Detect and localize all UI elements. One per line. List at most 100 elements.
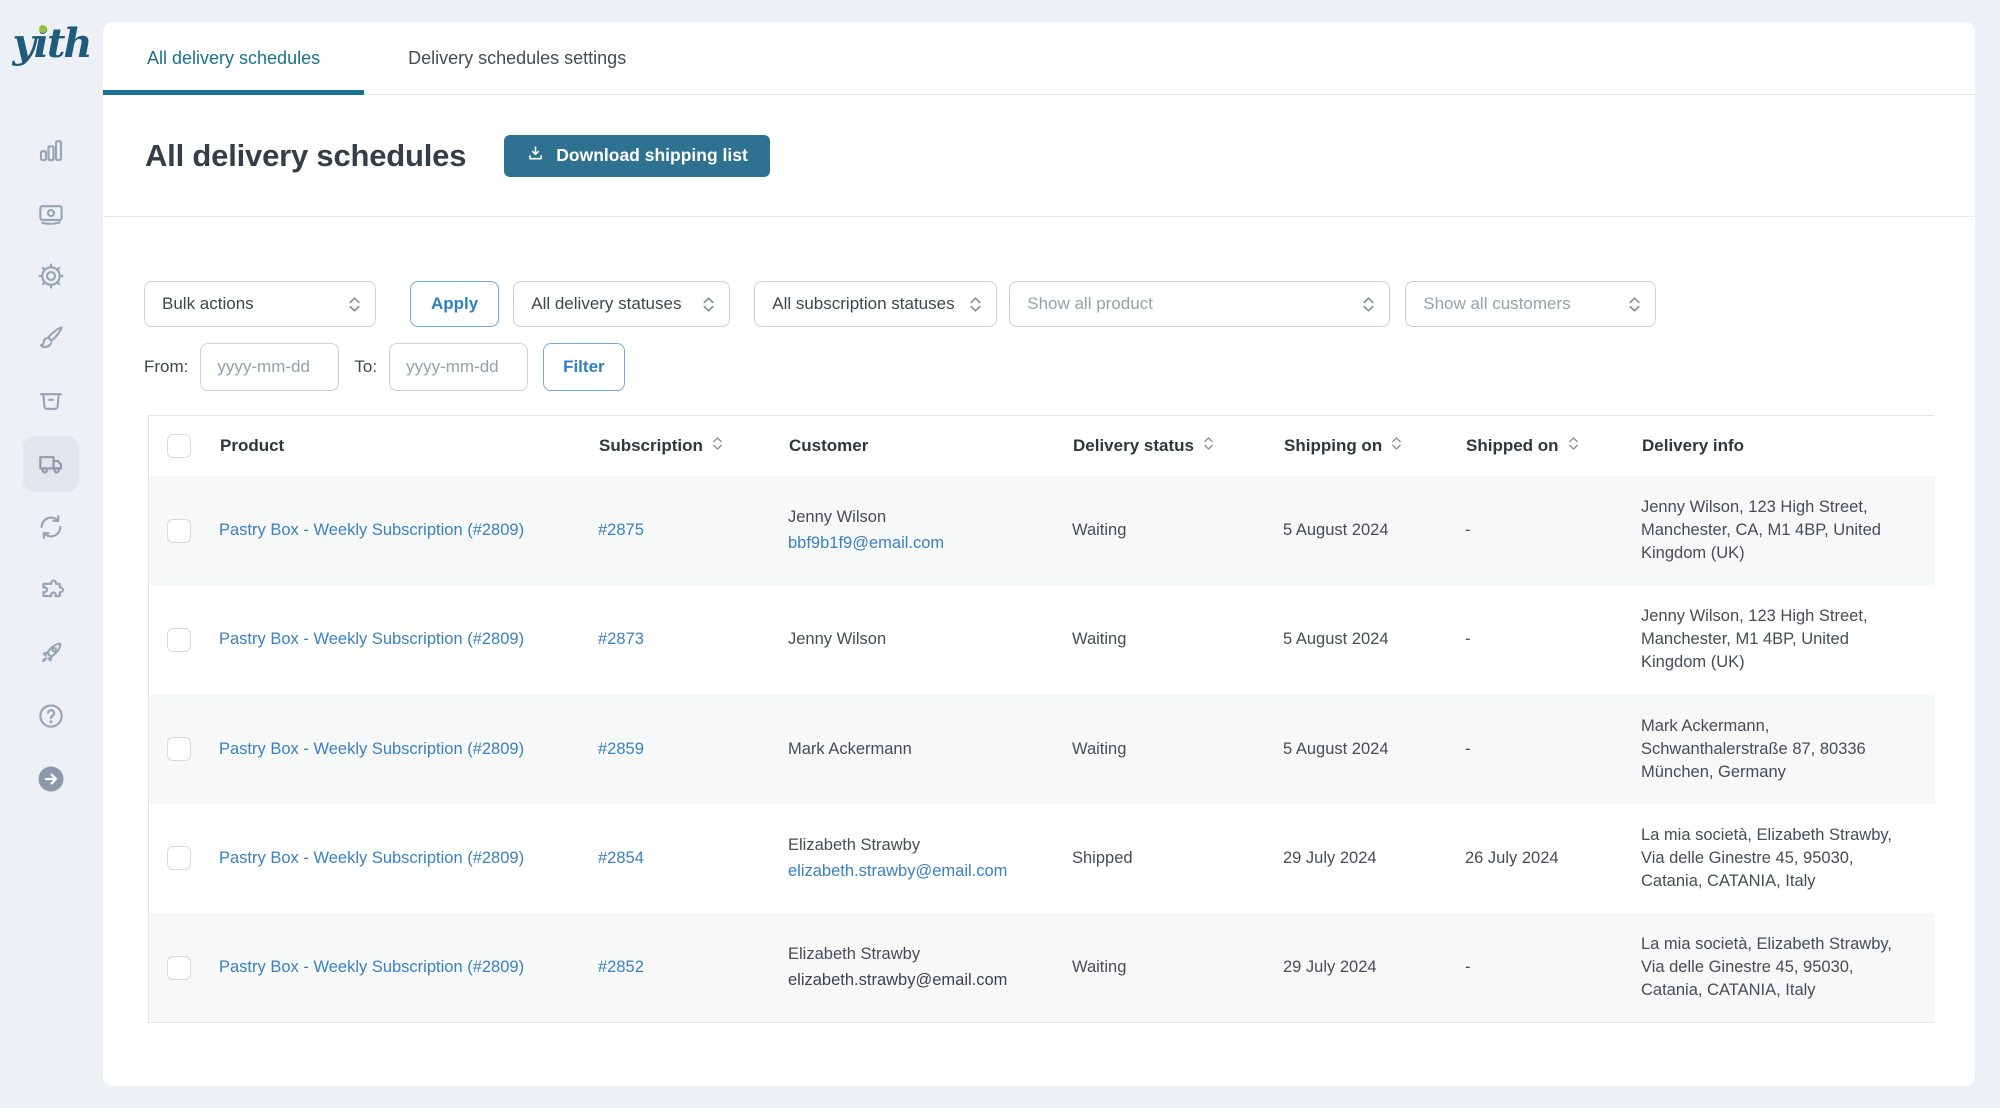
customer-email-link[interactable]: elizabeth.strawby@email.com	[788, 862, 1007, 880]
customer-name: Mark Ackermann	[788, 738, 1052, 761]
product-filter-value: Show all product	[1027, 294, 1153, 314]
subscription-statuses-select[interactable]: All subscription statuses	[754, 281, 997, 327]
delivery-schedules-table: Product Subscription Customer	[148, 415, 1934, 1023]
filter-row-actions: Bulk actions Apply All delivery statuses…	[144, 281, 1975, 327]
product-link[interactable]: Pastry Box - Weekly Subscription (#2809)	[219, 740, 524, 758]
delivery-info: Jenny Wilson, 123 High Street, Mancheste…	[1641, 585, 1935, 694]
product-link[interactable]: Pastry Box - Weekly Subscription (#2809)	[219, 958, 524, 976]
main-card: All delivery schedules Delivery schedule…	[103, 22, 1975, 1086]
sidebar-item-analytics[interactable]	[23, 122, 79, 178]
column-header-product: Product	[219, 416, 598, 476]
delivery-statuses-select[interactable]: All delivery statuses	[513, 281, 730, 327]
bulk-actions-select[interactable]: Bulk actions	[144, 281, 376, 327]
tab-delivery-schedules-settings[interactable]: Delivery schedules settings	[364, 22, 670, 94]
sidebar-item-expand[interactable]	[23, 751, 79, 807]
sidebar-item-launch[interactable]	[23, 625, 79, 681]
shipped-on: 26 July 2024	[1465, 804, 1641, 913]
subscription-link[interactable]: #2859	[598, 740, 644, 758]
cash-icon	[36, 198, 66, 228]
table-row: Pastry Box - Weekly Subscription (#2809)…	[149, 804, 1935, 913]
shipping-on: 29 July 2024	[1283, 804, 1465, 913]
customer-filter-value: Show all customers	[1423, 294, 1570, 314]
tab-bar: All delivery schedules Delivery schedule…	[103, 22, 1975, 95]
row-checkbox[interactable]	[167, 628, 191, 652]
subscription-link[interactable]: #2854	[598, 849, 644, 867]
product-link[interactable]: Pastry Box - Weekly Subscription (#2809)	[219, 521, 524, 539]
bulk-actions-value: Bulk actions	[162, 294, 254, 314]
column-header-shipped-on[interactable]: Shipped on	[1465, 416, 1641, 476]
customer-name: Jenny Wilson	[788, 506, 1052, 529]
shipping-on: 29 July 2024	[1283, 913, 1465, 1022]
table-header-row: Product Subscription Customer	[149, 416, 1935, 476]
product-filter-select[interactable]: Show all product	[1009, 281, 1390, 327]
filter-button[interactable]: Filter	[543, 343, 625, 391]
column-header-subscription[interactable]: Subscription	[598, 416, 788, 476]
chevron-up-down-icon	[969, 295, 982, 314]
column-header-shipping-on[interactable]: Shipping on	[1283, 416, 1465, 476]
tab-all-label: All delivery schedules	[147, 48, 320, 69]
tab-all-delivery-schedules[interactable]: All delivery schedules	[103, 22, 364, 94]
sort-icon[interactable]	[1203, 435, 1214, 457]
date-to-input[interactable]	[389, 343, 528, 391]
sidebar-item-delivery[interactable]	[23, 436, 79, 492]
arrow-right-circle-icon	[36, 764, 66, 794]
row-checkbox[interactable]	[167, 846, 191, 870]
rocket-icon	[36, 638, 66, 668]
to-label: To:	[354, 357, 377, 377]
customer-name: Jenny Wilson	[788, 628, 1052, 651]
shipping-on: 5 August 2024	[1283, 585, 1465, 694]
chevron-up-down-icon	[702, 295, 715, 314]
row-checkbox[interactable]	[167, 956, 191, 980]
delivery-info: Mark Ackermann, Schwanthalerstraße 87, 8…	[1641, 695, 1935, 804]
sidebar: yith	[0, 0, 103, 1108]
sidebar-item-customization[interactable]	[23, 310, 79, 366]
customer-email: bbf9b1f9@email.com	[788, 532, 1052, 555]
sort-icon[interactable]	[1568, 435, 1579, 457]
product-link[interactable]: Pastry Box - Weekly Subscription (#2809)	[219, 849, 524, 867]
sort-icon[interactable]	[712, 435, 723, 457]
sidebar-item-help[interactable]	[23, 688, 79, 744]
select-all-checkbox[interactable]	[167, 434, 191, 458]
sidebar-item-subscriptions[interactable]	[23, 499, 79, 555]
sidebar-item-settings[interactable]	[23, 248, 79, 304]
logo-green-dot-icon	[39, 25, 47, 33]
tab-settings-label: Delivery schedules settings	[408, 48, 626, 69]
delivery-info: La mia società, Elizabeth Strawby, Via d…	[1641, 804, 1935, 913]
date-from-input[interactable]	[200, 343, 339, 391]
subscription-link[interactable]: #2852	[598, 958, 644, 976]
sort-icon[interactable]	[1391, 435, 1402, 457]
row-checkbox[interactable]	[167, 737, 191, 761]
customer-filter-select[interactable]: Show all customers	[1405, 281, 1656, 327]
yith-logo[interactable]: yith	[0, 20, 103, 67]
download-shipping-list-button[interactable]: Download shipping list	[504, 135, 770, 177]
customer-email: elizabeth.strawby@email.com	[788, 860, 1052, 883]
row-checkbox[interactable]	[167, 519, 191, 543]
subscription-link[interactable]: #2875	[598, 521, 644, 539]
column-header-delivery-info: Delivery info	[1641, 416, 1935, 476]
shipped-on: -	[1465, 695, 1641, 804]
product-link[interactable]: Pastry Box - Weekly Subscription (#2809)	[219, 630, 524, 648]
sync-icon	[36, 512, 66, 542]
delivery-status: Waiting	[1072, 913, 1283, 1022]
shipping-on: 5 August 2024	[1283, 695, 1465, 804]
shipped-on: -	[1465, 913, 1641, 1022]
chevron-up-down-icon	[1362, 295, 1375, 314]
apply-button[interactable]: Apply	[410, 281, 499, 327]
customer-email-link[interactable]: bbf9b1f9@email.com	[788, 534, 944, 552]
subscription-link[interactable]: #2873	[598, 630, 644, 648]
delivery-info: La mia società, Elizabeth Strawby, Via d…	[1641, 913, 1935, 1022]
page-title: All delivery schedules	[145, 138, 466, 174]
column-header-delivery-status[interactable]: Delivery status	[1072, 416, 1283, 476]
sidebar-item-payments[interactable]	[23, 185, 79, 241]
shipping-on: 5 August 2024	[1283, 476, 1465, 585]
sidebar-item-products[interactable]	[23, 373, 79, 429]
customer-name: Elizabeth Strawby	[788, 834, 1052, 857]
sidebar-item-plugins[interactable]	[23, 562, 79, 618]
delivery-info: Jenny Wilson, 123 High Street, Mancheste…	[1641, 476, 1935, 585]
customer-email-link[interactable]: elizabeth.strawby@email.com	[788, 971, 1007, 989]
table-row: Pastry Box - Weekly Subscription (#2809)…	[149, 695, 1935, 804]
filter-row-dates: From: To: Filter	[144, 343, 1975, 391]
delivery-status: Waiting	[1072, 476, 1283, 585]
download-icon	[526, 144, 545, 168]
shipped-on: -	[1465, 585, 1641, 694]
